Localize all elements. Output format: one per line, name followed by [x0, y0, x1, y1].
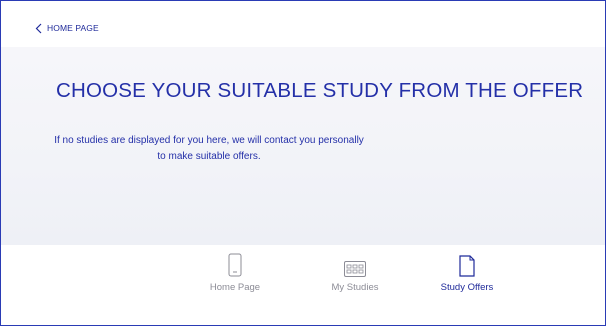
app-frame: HOME PAGE CHOOSE YOUR SUITABLE STUDY FRO… [0, 0, 606, 326]
phone-icon [228, 253, 242, 277]
chevron-left-icon [35, 23, 42, 33]
back-link-label: HOME PAGE [47, 23, 99, 33]
document-icon [459, 255, 475, 277]
bottom-nav: Home Page My Studies Study Offers [1, 245, 605, 325]
back-to-home-link[interactable]: HOME PAGE [35, 21, 99, 35]
nav-item-my-studies[interactable]: My Studies [310, 251, 400, 301]
info-message: If no studies are displayed for you here… [54, 135, 364, 162]
nav-item-label: My Studies [331, 282, 379, 293]
studies-grid-icon [344, 261, 366, 277]
top-bar: HOME PAGE [1, 1, 605, 47]
page-title: CHOOSE YOUR SUITABLE STUDY FROM THE OFFE… [56, 79, 584, 102]
nav-item-home-page[interactable]: Home Page [190, 251, 280, 301]
nav-item-study-offers[interactable]: Study Offers [422, 251, 512, 301]
nav-item-label: Study Offers [440, 282, 494, 293]
hero-section: CHOOSE YOUR SUITABLE STUDY FROM THE OFFE… [1, 47, 605, 245]
nav-item-label: Home Page [209, 282, 261, 293]
